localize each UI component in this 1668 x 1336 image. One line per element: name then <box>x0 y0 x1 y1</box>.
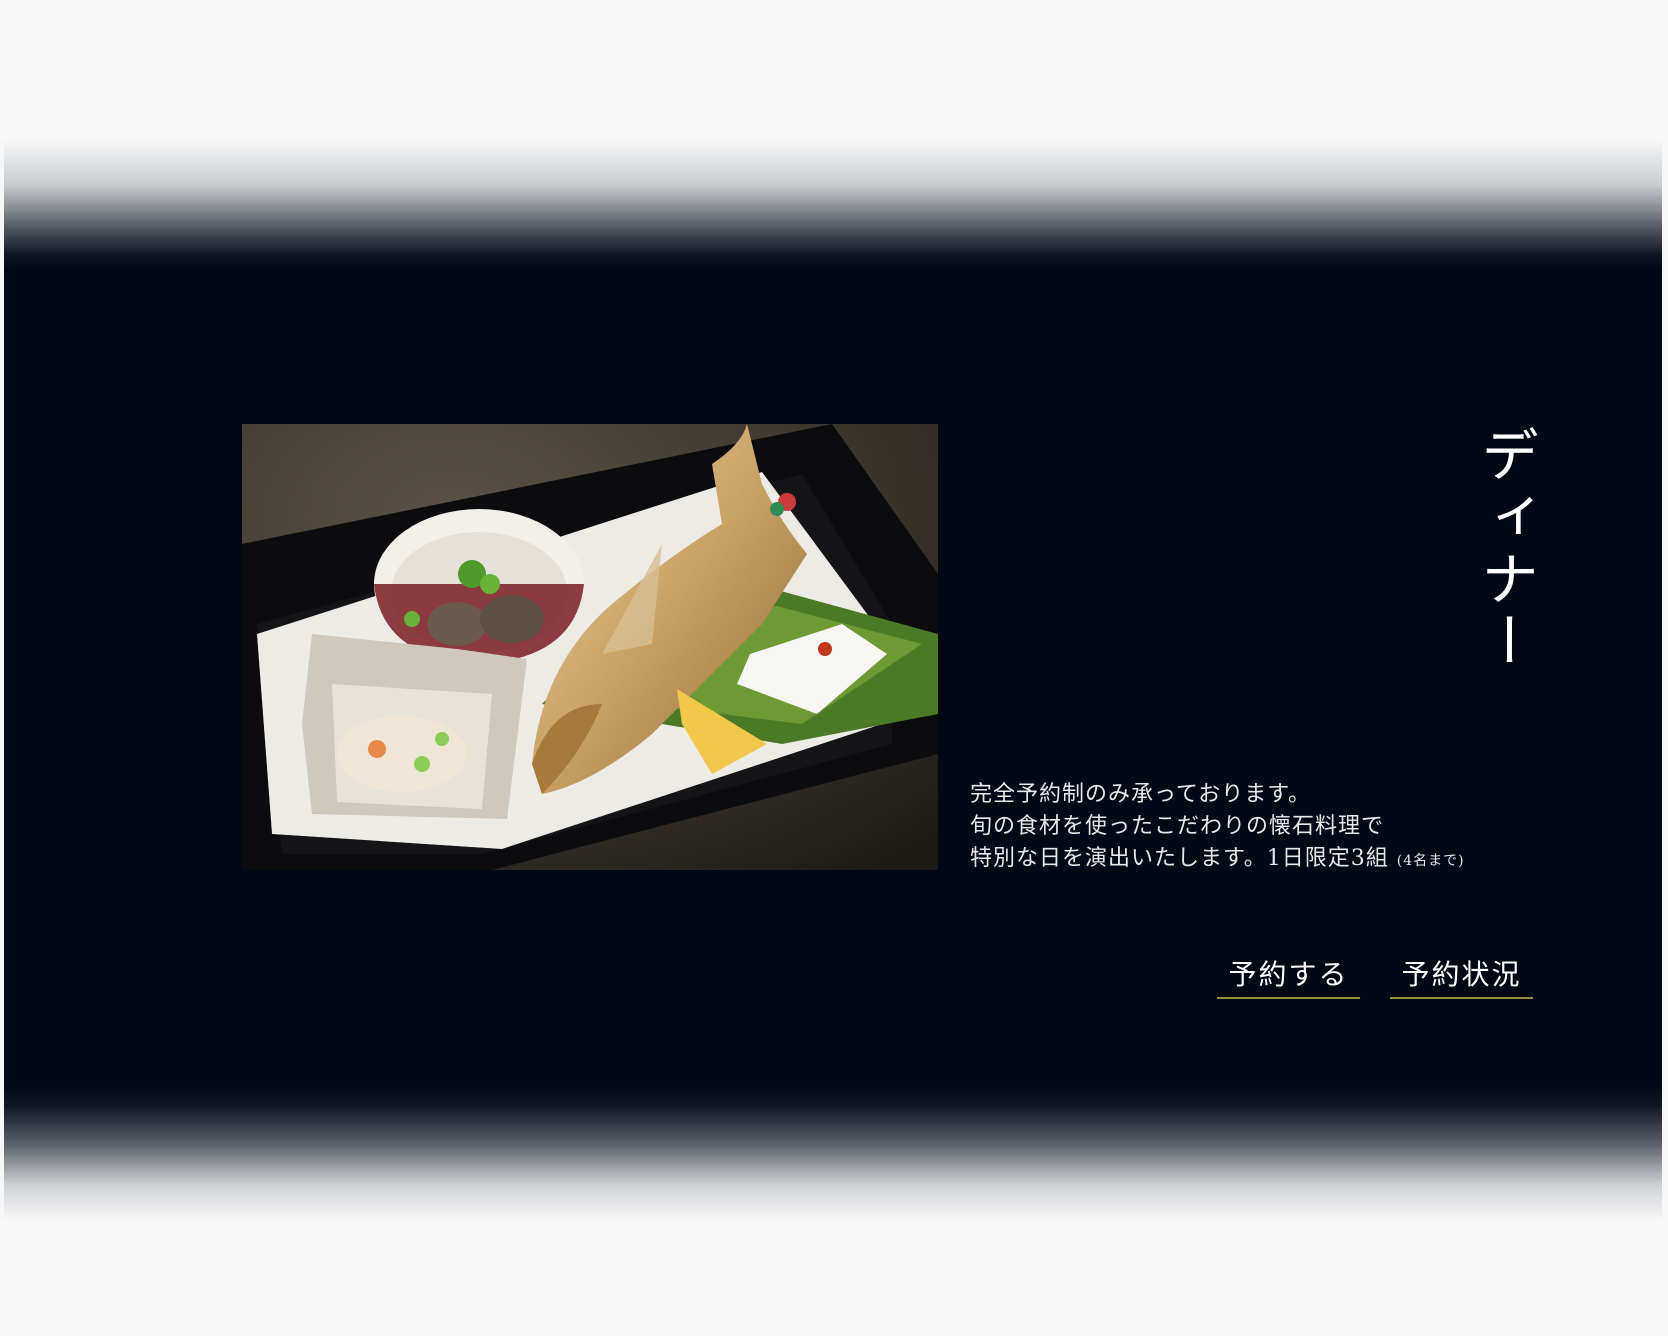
section-description: 完全予約制のみ承っております。 旬の食材を使ったこだわりの懐石料理で 特別な日を… <box>970 779 1570 877</box>
reservation-status-button[interactable]: 予約状況 <box>1390 955 1533 999</box>
description-line-1: 完全予約制のみ承っております。 <box>970 782 1312 807</box>
reserve-button[interactable]: 予約する <box>1217 955 1360 999</box>
description-line-2: 旬の食材を使ったこだわりの懐石料理で <box>970 814 1385 839</box>
section-title: ディナー <box>1471 425 1539 673</box>
description-line-3-text: 特別な日を演出いたします。1日限定3組 <box>970 846 1389 871</box>
capacity-note: (4名まで) <box>1396 853 1465 869</box>
description-line-3: 特別な日を演出いたします。1日限定3組 (4名まで) <box>970 843 1570 877</box>
dinner-photo <box>242 424 938 870</box>
